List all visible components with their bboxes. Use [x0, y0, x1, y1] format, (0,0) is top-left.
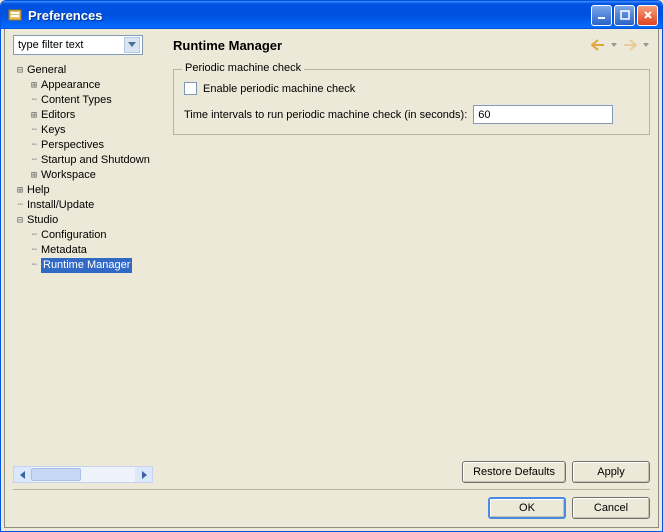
dialog-footer: OK Cancel: [13, 489, 650, 519]
leaf-icon: ⋯: [27, 153, 41, 168]
expand-icon[interactable]: ⊞: [27, 78, 41, 93]
leaf-icon: ⋯: [27, 228, 41, 243]
ok-button[interactable]: OK: [488, 497, 566, 519]
leaf-icon: ⋯: [27, 258, 41, 273]
collapse-icon[interactable]: ⊟: [13, 213, 27, 228]
restore-defaults-button[interactable]: Restore Defaults: [462, 461, 566, 483]
leaf-icon: ⋯: [27, 123, 41, 138]
periodic-check-group: Periodic machine check Enable periodic m…: [173, 69, 650, 135]
back-button[interactable]: [590, 37, 606, 53]
tree-item-startup[interactable]: ⋯Startup and Shutdown: [13, 153, 157, 168]
enable-check-label: Enable periodic machine check: [203, 83, 355, 95]
left-pane: type filter text ⊟General ⊞Appearance ⋯C…: [5, 29, 161, 487]
collapse-icon[interactable]: ⊟: [13, 63, 27, 78]
forward-button[interactable]: [622, 37, 638, 53]
expand-icon[interactable]: ⊞: [27, 168, 41, 183]
tree-item-perspectives[interactable]: ⋯Perspectives: [13, 138, 157, 153]
tree-item-content-types[interactable]: ⋯Content Types: [13, 93, 157, 108]
scroll-left-button[interactable]: [14, 467, 31, 482]
tree-item-workspace[interactable]: ⊞Workspace: [13, 168, 157, 183]
forward-menu-icon[interactable]: [642, 37, 650, 53]
scroll-thumb[interactable]: [31, 468, 81, 481]
tree-item-install-update[interactable]: ⋯Install/Update: [13, 198, 157, 213]
horizontal-scrollbar[interactable]: [13, 466, 153, 483]
right-pane: Runtime Manager Periodic machine check E…: [161, 29, 658, 487]
expand-icon[interactable]: ⊞: [13, 183, 27, 198]
tree-item-editors[interactable]: ⊞Editors: [13, 108, 157, 123]
apply-button[interactable]: Apply: [572, 461, 650, 483]
maximize-button[interactable]: [614, 5, 635, 26]
nav-arrows: [590, 37, 650, 53]
tree-item-studio[interactable]: ⊟Studio: [13, 213, 157, 228]
interval-input[interactable]: 60: [473, 105, 613, 124]
client-area: type filter text ⊟General ⊞Appearance ⋯C…: [4, 29, 659, 528]
filter-text-combo[interactable]: type filter text: [13, 35, 143, 55]
window-title: Preferences: [28, 8, 591, 23]
cancel-button[interactable]: Cancel: [572, 497, 650, 519]
tree-item-keys[interactable]: ⋯Keys: [13, 123, 157, 138]
back-menu-icon[interactable]: [610, 37, 618, 53]
tree-item-help[interactable]: ⊞Help: [13, 183, 157, 198]
interval-label: Time intervals to run periodic machine c…: [184, 109, 467, 121]
dropdown-icon[interactable]: [124, 37, 140, 53]
filter-text: type filter text: [18, 39, 83, 51]
window-controls: [591, 5, 658, 26]
tree-item-metadata[interactable]: ⋯Metadata: [13, 243, 157, 258]
group-legend: Periodic machine check: [182, 62, 304, 74]
tree-item-general[interactable]: ⊟General: [13, 63, 157, 78]
close-button[interactable]: [637, 5, 658, 26]
minimize-button[interactable]: [591, 5, 612, 26]
scroll-right-button[interactable]: [135, 467, 152, 482]
tree-item-appearance[interactable]: ⊞Appearance: [13, 78, 157, 93]
tree-item-configuration[interactable]: ⋯Configuration: [13, 228, 157, 243]
titlebar[interactable]: Preferences: [1, 1, 662, 29]
tree-item-runtime-manager[interactable]: ⋯Runtime Manager: [13, 258, 157, 273]
preferences-tree[interactable]: ⊟General ⊞Appearance ⋯Content Types ⊞Edi…: [13, 61, 157, 462]
preferences-window: Preferences type filter text: [0, 0, 663, 532]
leaf-icon: ⋯: [27, 93, 41, 108]
page-title: Runtime Manager: [173, 38, 282, 53]
enable-check-checkbox[interactable]: [184, 82, 197, 95]
leaf-icon: ⋯: [13, 198, 27, 213]
leaf-icon: ⋯: [27, 243, 41, 258]
expand-icon[interactable]: ⊞: [27, 108, 41, 123]
leaf-icon: ⋯: [27, 138, 41, 153]
app-icon: [7, 7, 23, 23]
